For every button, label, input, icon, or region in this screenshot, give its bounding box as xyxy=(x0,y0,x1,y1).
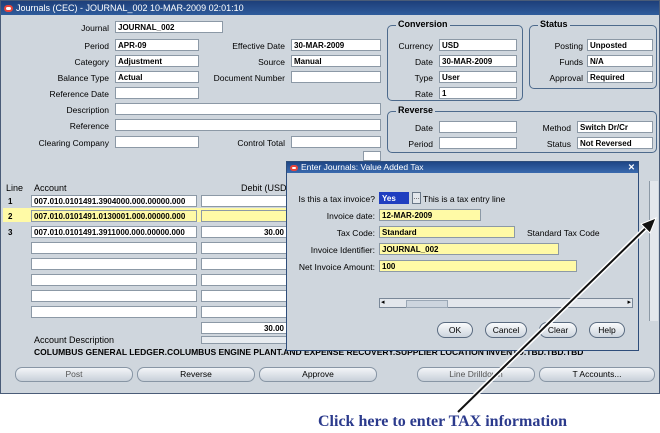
callout-text: Click here to enter TAX information xyxy=(318,413,568,430)
callout-arrow xyxy=(456,217,657,414)
